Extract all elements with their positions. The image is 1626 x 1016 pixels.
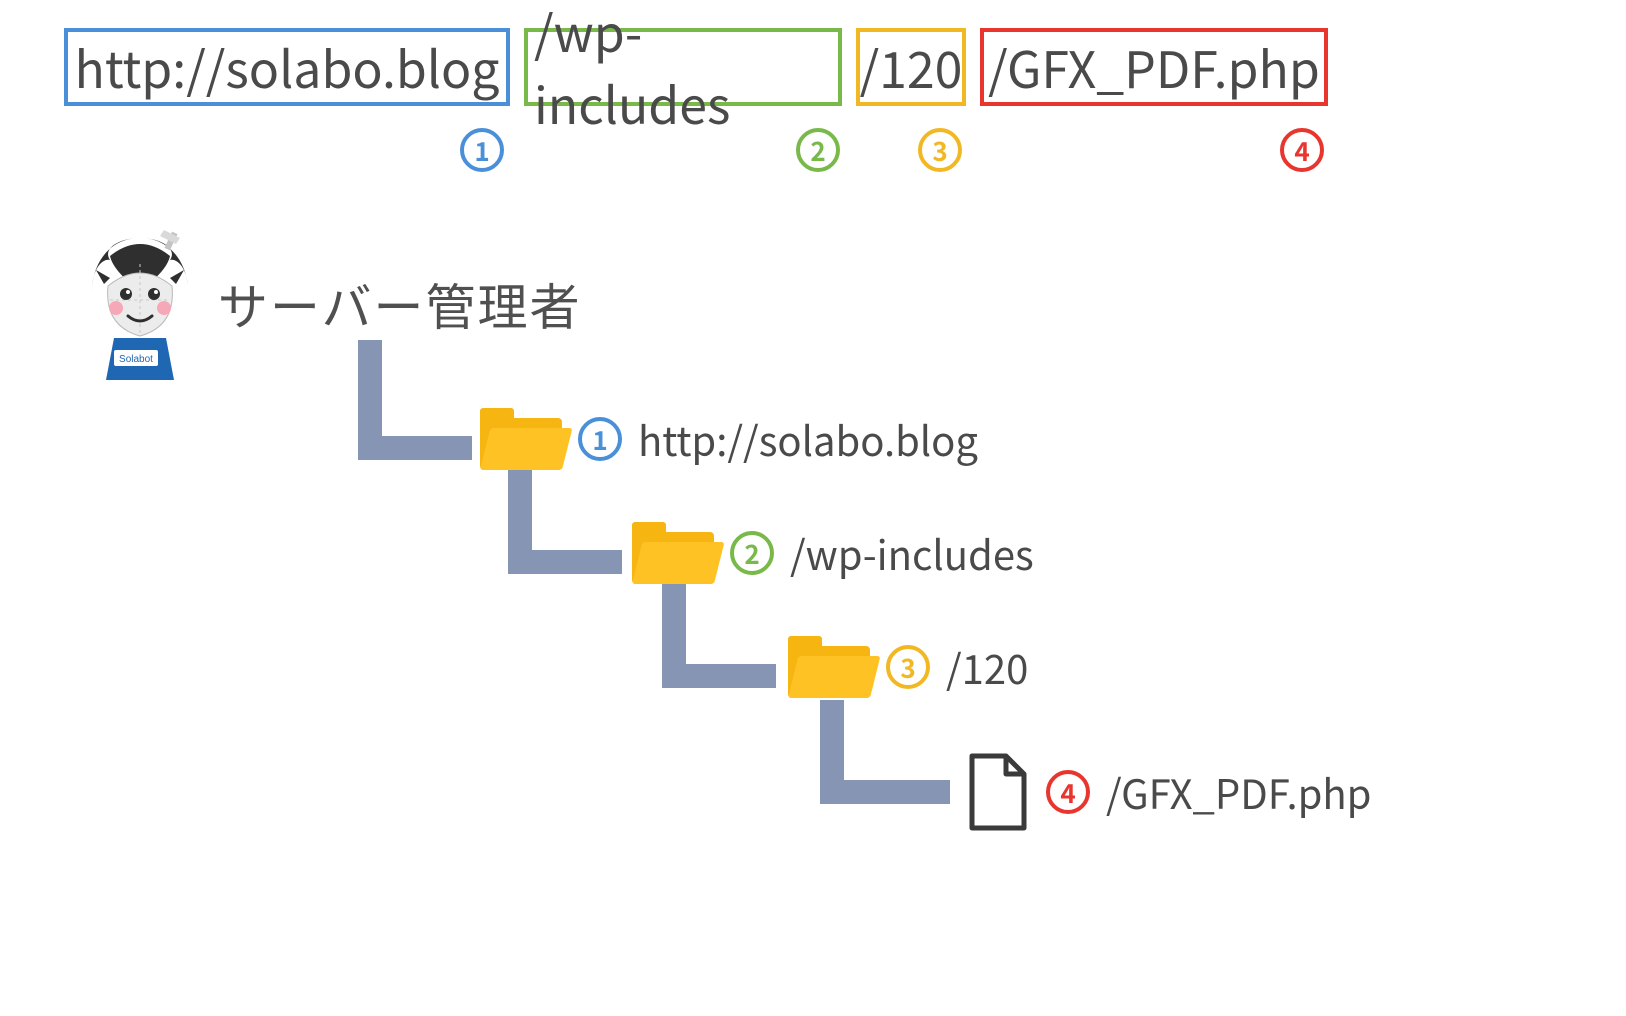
file-icon [966, 752, 1030, 832]
tree-row-4: 4 /GFX_PDF.php [966, 752, 1371, 832]
tree-badge-2: 2 [730, 531, 774, 575]
url-segment-2: /wp-includes [524, 28, 842, 106]
url-segment-3: /120 [856, 28, 966, 106]
tree-row-2: 2 /wp-includes [632, 522, 1034, 584]
folder-icon [632, 522, 714, 584]
url-segment-4-text: /GFX_PDF.php [988, 31, 1320, 103]
badge-3: 3 [918, 128, 962, 172]
url-segment-2-text: /wp-includes [534, 0, 832, 139]
tree-badge-3-num: 3 [900, 649, 915, 686]
url-segment-3-text: /120 [860, 31, 963, 103]
badge-2-num: 2 [810, 132, 825, 169]
avatar: Solabot [80, 230, 200, 380]
folder-icon [480, 408, 562, 470]
folder-icon [788, 636, 870, 698]
badge-4: 4 [1280, 128, 1324, 172]
url-segment-1: http://solabo.blog [64, 28, 510, 106]
url-segment-4: /GFX_PDF.php [980, 28, 1328, 106]
admin-title-text: サーバー管理者 [218, 268, 582, 340]
tree-label-2: /wp-includes [790, 524, 1034, 582]
tree-label-4: /GFX_PDF.php [1106, 763, 1371, 821]
tree-badge-1-num: 1 [592, 421, 607, 458]
admin-title: サーバー管理者 [218, 268, 582, 340]
badge-1-num: 1 [474, 132, 489, 169]
tree-badge-4: 4 [1046, 770, 1090, 814]
tree-badge-1: 1 [578, 417, 622, 461]
tree-badge-4-num: 4 [1060, 774, 1075, 811]
tree-row-3: 3 /120 [788, 636, 1028, 698]
badge-2: 2 [796, 128, 840, 172]
tree-label-1: http://solabo.blog [638, 410, 978, 468]
tree-row-1: 1 http://solabo.blog [480, 408, 978, 470]
svg-text:Solabot: Solabot [119, 354, 153, 365]
tree-badge-2-num: 2 [744, 535, 759, 572]
url-segment-1-text: http://solabo.blog [75, 31, 500, 103]
tree-badge-3: 3 [886, 645, 930, 689]
avatar-icon: Solabot [80, 230, 200, 380]
badge-4-num: 4 [1294, 132, 1309, 169]
tree-label-3: /120 [946, 638, 1028, 696]
badge-1: 1 [460, 128, 504, 172]
badge-3-num: 3 [932, 132, 947, 169]
